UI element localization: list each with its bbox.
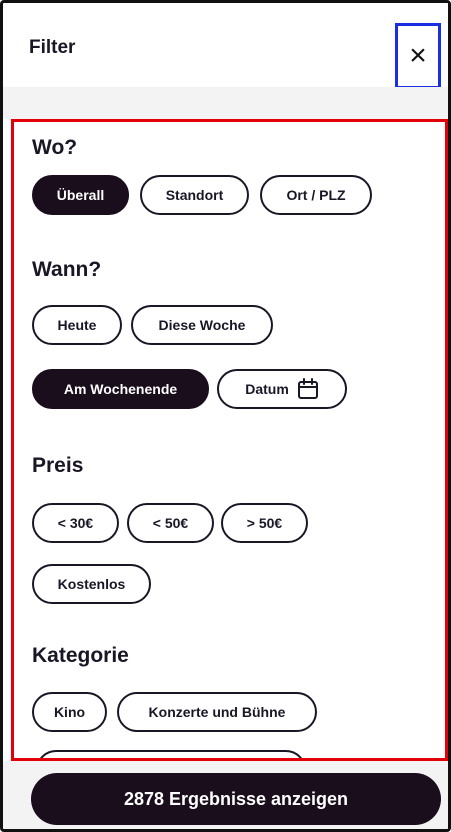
section-title-price: Preis <box>32 454 84 477</box>
header-divider-band <box>3 87 448 119</box>
footer: 2878 Ergebnisse anzeigen <box>3 761 448 829</box>
filter-header: Filter × <box>3 3 448 89</box>
section-title-category: Kategorie <box>32 644 129 667</box>
chip-under-30[interactable]: < 30€ <box>32 503 119 543</box>
chip-am-wochenende[interactable]: Am Wochenende <box>32 369 209 409</box>
chip-over-50[interactable]: > 50€ <box>221 503 308 543</box>
section-title-where: Wo? <box>32 136 78 159</box>
chip-heute[interactable]: Heute <box>32 305 122 345</box>
chip-konzerte-und-buehne[interactable]: Konzerte und Bühne <box>117 692 317 732</box>
chip-ort-plz[interactable]: Ort / PLZ <box>260 175 372 215</box>
calendar-icon <box>297 378 319 400</box>
chip-standort[interactable]: Standort <box>140 175 249 215</box>
show-results-button[interactable]: 2878 Ergebnisse anzeigen <box>31 773 441 825</box>
chip-ueberall[interactable]: Überall <box>32 175 129 215</box>
chip-kino[interactable]: Kino <box>32 692 107 732</box>
filter-content[interactable]: Wo? Überall Standort Ort / PLZ Wann? Heu… <box>11 119 448 761</box>
chip-kostenlos[interactable]: Kostenlos <box>32 564 151 604</box>
page-title: Filter <box>29 37 76 58</box>
chip-diese-woche[interactable]: Diese Woche <box>131 305 273 345</box>
close-icon: × <box>409 39 427 72</box>
chip-partially-hidden[interactable] <box>36 750 306 758</box>
chip-under-50[interactable]: < 50€ <box>127 503 214 543</box>
chip-datum[interactable]: Datum <box>217 369 347 409</box>
filter-panel: Filter × Wo? Überall Standort Ort / PLZ … <box>0 0 451 832</box>
section-title-when: Wann? <box>32 258 102 281</box>
chip-datum-label: Datum <box>245 381 289 397</box>
close-button[interactable]: × <box>395 23 441 89</box>
